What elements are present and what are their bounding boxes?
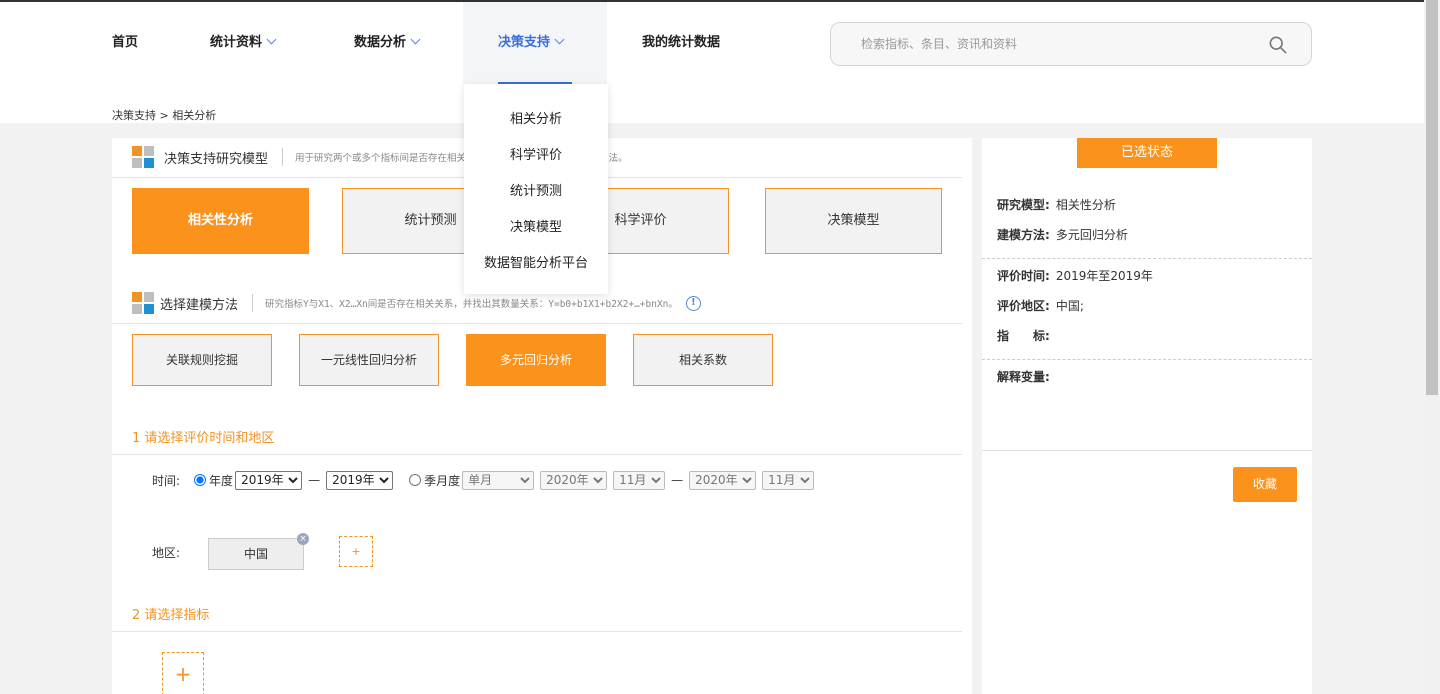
nav-home[interactable]: 首页 bbox=[112, 2, 138, 84]
nav-my-statistics-label: 我的统计数据 bbox=[642, 35, 721, 50]
collect-button[interactable]: 收藏 bbox=[1233, 467, 1297, 502]
eval-region-label: 评价地区: bbox=[997, 299, 1050, 313]
page-scrollbar[interactable] bbox=[1424, 0, 1440, 694]
method-section-desc: 研究指标Y与X1、X2…Xn间是否存在相关关系，并找出其数量关系：Y=b0+b1… bbox=[265, 299, 678, 310]
method-button-simple-regression[interactable]: 一元线性回归分析 bbox=[299, 334, 439, 386]
time-row: 时间: 年度 2019年 — 2019年 季月度 单月 2020年 11月 — … bbox=[152, 470, 816, 490]
modeling-method-label: 建模方法: bbox=[997, 228, 1050, 242]
method-button-correlation-coefficient[interactable]: 相关系数 bbox=[633, 334, 773, 386]
research-model-row: 研究模型: 相关性分析 bbox=[997, 196, 1116, 213]
search-box bbox=[830, 22, 1312, 66]
chevron-down-icon bbox=[554, 34, 565, 45]
model-button-correlation[interactable]: 相关性分析 bbox=[132, 188, 309, 254]
section-logo-icon bbox=[132, 146, 154, 168]
region-label: 地区: bbox=[152, 546, 181, 560]
nav-statistics-materials-label: 统计资料 bbox=[210, 35, 263, 50]
indicator-row: 指 标: bbox=[997, 327, 1056, 344]
month-radio-label: 季月度 bbox=[424, 473, 461, 488]
explanatory-label: 解释变量: bbox=[997, 370, 1050, 384]
month-year-from-select[interactable]: 2020年 bbox=[540, 470, 608, 490]
divider bbox=[282, 148, 284, 166]
month-radio[interactable] bbox=[409, 474, 422, 486]
modeling-method-row: 建模方法: 多元回归分析 bbox=[997, 226, 1128, 243]
search-input[interactable] bbox=[861, 34, 1241, 54]
eval-time-row: 评价时间: 2019年至2019年 bbox=[997, 267, 1153, 284]
month-year-to-select[interactable]: 2020年 bbox=[689, 470, 757, 490]
step1-title: 1 请选择评价时间和地区 bbox=[132, 431, 275, 446]
dropdown-item-forecast[interactable]: 统计预测 bbox=[464, 180, 608, 199]
section-logo-icon bbox=[132, 292, 154, 314]
nav-home-label: 首页 bbox=[112, 35, 139, 50]
time-label: 时间: bbox=[152, 473, 181, 488]
nav-data-analysis[interactable]: 数据分析 bbox=[354, 2, 421, 84]
period-type-select[interactable]: 单月 bbox=[462, 470, 535, 490]
year-to-select[interactable]: 2019年 bbox=[326, 470, 394, 490]
scrollbar-thumb[interactable] bbox=[1426, 0, 1438, 395]
divider bbox=[252, 294, 254, 312]
selected-status-panel: 已选状态 研究模型: 相关性分析 建模方法: 多元回归分析 评价时间: 2019年至2… bbox=[982, 138, 1312, 694]
region-tag-label: 中国 bbox=[243, 547, 268, 561]
method-section-header: 选择建模方法 研究指标Y与X1、X2…Xn间是否存在相关关系，并找出其数量关系：… bbox=[132, 288, 701, 318]
eval-region-value: 中国; bbox=[1055, 299, 1084, 313]
range-dash: — bbox=[671, 473, 684, 487]
month-from-select[interactable]: 11月 bbox=[613, 470, 666, 490]
add-indicator-button[interactable]: + bbox=[162, 652, 204, 694]
indicator-label: 指 标: bbox=[997, 329, 1050, 343]
eval-time-value: 2019年至2019年 bbox=[1055, 269, 1153, 283]
divider bbox=[112, 323, 962, 324]
model-section-title: 决策支持研究模型 bbox=[164, 151, 269, 167]
breadcrumb-bar: 决策支持 > 相关分析 bbox=[0, 84, 1424, 123]
nav-statistics-materials[interactable]: 统计资料 bbox=[210, 2, 277, 84]
dropdown-item-correlation[interactable]: 相关分析 bbox=[464, 108, 608, 127]
eval-time-label: 评价时间: bbox=[997, 269, 1050, 283]
nav-decision-support[interactable]: 决策支持 bbox=[463, 2, 607, 84]
close-icon[interactable]: × bbox=[297, 533, 309, 545]
research-model-value: 相关性分析 bbox=[1055, 198, 1116, 212]
year-from-select[interactable]: 2019年 bbox=[235, 470, 303, 490]
model-button-decision[interactable]: 决策模型 bbox=[765, 188, 942, 254]
top-nav-bar: 首页 统计资料 数据分析 决策支持 我的统计数据 bbox=[0, 2, 1424, 84]
year-radio[interactable] bbox=[194, 474, 207, 486]
method-button-association-rules[interactable]: 关联规则挖掘 bbox=[132, 334, 272, 386]
eval-region-row: 评价地区: 中国; bbox=[997, 297, 1084, 314]
divider bbox=[112, 454, 962, 455]
modeling-method-value: 多元回归分析 bbox=[1055, 228, 1128, 242]
chevron-down-icon bbox=[410, 34, 421, 45]
nav-data-analysis-label: 数据分析 bbox=[354, 35, 407, 50]
search-icon[interactable] bbox=[1269, 36, 1287, 54]
decision-support-dropdown: 相关分析 科学评价 统计预测 决策模型 数据智能分析平台 bbox=[464, 84, 608, 294]
add-region-button[interactable]: + bbox=[339, 536, 373, 567]
method-button-multiple-regression[interactable]: 多元回归分析 bbox=[466, 334, 606, 386]
nav-decision-support-label: 决策支持 bbox=[498, 35, 551, 50]
range-dash: — bbox=[308, 473, 321, 487]
year-radio-label: 年度 bbox=[209, 473, 234, 488]
dropdown-item-evaluation[interactable]: 科学评价 bbox=[464, 144, 608, 163]
info-icon[interactable]: ! bbox=[685, 295, 701, 311]
region-tag: 中国 × bbox=[208, 533, 309, 570]
divider bbox=[982, 258, 1312, 259]
divider bbox=[982, 359, 1312, 360]
chevron-down-icon bbox=[266, 34, 277, 45]
explanatory-row: 解释变量: bbox=[997, 368, 1056, 385]
research-model-label: 研究模型: bbox=[997, 198, 1050, 212]
step2-title: 2 请选择指标 bbox=[132, 608, 210, 623]
dropdown-item-decision-model[interactable]: 决策模型 bbox=[464, 216, 608, 235]
selected-status-header: 已选状态 bbox=[1077, 138, 1217, 168]
nav-my-statistics[interactable]: 我的统计数据 bbox=[642, 2, 720, 84]
dropdown-item-smart-platform[interactable]: 数据智能分析平台 bbox=[464, 252, 608, 271]
method-section-title: 选择建模方法 bbox=[160, 297, 239, 313]
month-to-select[interactable]: 11月 bbox=[762, 470, 815, 490]
divider bbox=[982, 450, 1312, 451]
breadcrumb: 决策支持 > 相关分析 bbox=[112, 109, 217, 122]
divider bbox=[112, 631, 962, 632]
